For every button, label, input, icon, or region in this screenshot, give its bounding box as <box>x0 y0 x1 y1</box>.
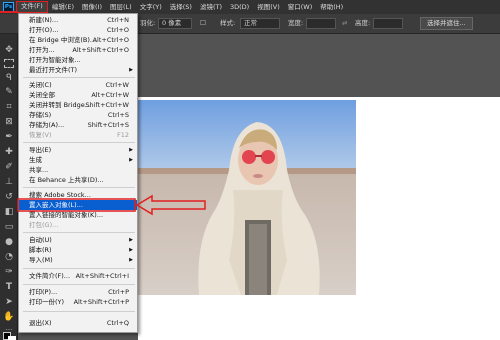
menu-separator <box>23 187 135 188</box>
menu-item-open-smart-object[interactable]: 打开为智能对象... <box>19 55 137 65</box>
menu-item-scripts[interactable]: 脚本(R) ▶ <box>19 245 137 255</box>
eraser-tool-icon[interactable]: ◧ <box>3 206 15 218</box>
menu-item-recent-files[interactable]: 最近打开文件(T) ▶ <box>19 65 137 75</box>
pen-tool-icon[interactable]: ✑ <box>3 266 15 278</box>
menu-item-new[interactable]: 新建(N)... Ctrl+N <box>19 15 137 25</box>
feather-input[interactable]: 0 像素 <box>158 18 192 29</box>
menu-separator <box>23 142 135 143</box>
menu-item-share-behance[interactable]: 在 Behance 上共享(D)... <box>19 175 137 185</box>
menu-select[interactable]: 选择(S) <box>166 1 196 13</box>
move-tool-icon[interactable]: ✥ <box>3 44 15 56</box>
menu-item-share[interactable]: 共享... <box>19 165 137 175</box>
menu-separator <box>23 284 135 285</box>
menu-item-package: 打包(G)... <box>29 221 59 229</box>
menu-item-export[interactable]: 导出(E) ▶ <box>19 145 137 155</box>
menu-item-place-linked[interactable]: 置入链接的智能对象(K)... <box>19 210 137 220</box>
lasso-tool-icon[interactable]: ᑫ <box>3 72 15 84</box>
submenu-arrow-icon: ▶ <box>129 257 133 263</box>
menu-item-save[interactable]: 存储(S) Ctrl+S <box>19 110 137 120</box>
style-label: 样式: <box>220 19 236 27</box>
menu-item-close-to-bridge[interactable]: 关闭并转到 Bridge... Shift+Ctrl+W <box>19 100 137 110</box>
blur-tool-icon[interactable]: ● <box>3 236 15 248</box>
height-label: 高度: <box>355 19 371 27</box>
marquee-tool-icon[interactable] <box>4 59 14 68</box>
placed-photo[interactable] <box>137 100 356 295</box>
menu-filter[interactable]: 滤镜(T) <box>196 1 226 13</box>
menu-item-print[interactable]: 打印(P)... Ctrl+P <box>19 287 137 297</box>
menu-layer[interactable]: 图层(L) <box>106 1 136 13</box>
brush-tool-icon[interactable]: ✐ <box>3 161 15 173</box>
menu-item-exit[interactable]: 退出(X) Ctrl+Q <box>19 318 137 328</box>
menu-item-open-as[interactable]: 打开为... Alt+Shift+Ctrl+O <box>19 45 137 55</box>
menu-item-place-embedded[interactable]: 置入嵌入对象(L)... <box>19 200 137 210</box>
menu-item-revert: 恢复(V) F12 <box>29 131 129 139</box>
menu-item-generate[interactable]: 生成 ▶ <box>19 155 137 165</box>
menu-item-close[interactable]: 关闭(C) Ctrl+W <box>19 80 137 90</box>
swap-icon[interactable]: ⇄ <box>342 18 347 29</box>
menu-item-close-all[interactable]: 关闭全部 Alt+Ctrl+W <box>19 90 137 100</box>
frame-tool-icon[interactable]: ⊠ <box>3 116 15 128</box>
menu-separator <box>23 77 135 78</box>
menu-item-browse-bridge[interactable]: 在 Bridge 中浏览(B)... Alt+Ctrl+O <box>19 35 137 45</box>
menu-file[interactable]: 文件(F) <box>16 1 48 13</box>
menu-help[interactable]: 帮助(H) <box>316 1 347 13</box>
file-menu-dropdown: 新建(N)... Ctrl+N 打开(O)... Ctrl+O 在 Bridge 中… <box>18 13 138 333</box>
menu-item-file-info[interactable]: 文件简介(F)... Alt+Shift+Ctrl+I <box>19 271 137 281</box>
select-and-mask-button[interactable]: 选择并遮住... <box>420 17 473 30</box>
submenu-arrow-icon: ▶ <box>129 157 133 163</box>
menu-view[interactable]: 视图(V) <box>253 1 284 13</box>
submenu-arrow-icon: ▶ <box>129 247 133 253</box>
menu-type[interactable]: 文字(Y) <box>136 1 166 13</box>
anti-alias-checkbox[interactable]: ☐ <box>200 18 206 29</box>
file-menu-underline-annotation <box>0 11 18 13</box>
tools-panel: ✥ ᑫ ✎ ⌗ ⊠ ✒ ✚ ✐ ⊥ ↺ ◧ ▭ ● ◔ ✑ T ➤ ✋ ··· <box>0 34 18 340</box>
menu-item-automate[interactable]: 自动(U) ▶ <box>19 235 137 245</box>
menu-item-print-one-copy[interactable]: 打印一份(Y) Alt+Shift+Ctrl+P <box>19 297 137 307</box>
eyedropper-tool-icon[interactable]: ✒ <box>3 131 15 143</box>
menu-separator <box>23 232 135 233</box>
type-tool-icon[interactable]: T <box>3 281 15 293</box>
menu-3d[interactable]: 3D(D) <box>226 1 253 13</box>
submenu-arrow-icon: ▶ <box>129 237 133 243</box>
menu-image[interactable]: 图像(I) <box>78 1 106 13</box>
dodge-tool-icon[interactable]: ◔ <box>3 251 15 263</box>
background-color-swatch[interactable] <box>8 336 16 340</box>
menu-item-import[interactable]: 导入(M) ▶ <box>19 255 137 265</box>
width-input[interactable] <box>306 18 336 29</box>
menu-window[interactable]: 窗口(W) <box>284 1 317 13</box>
quick-select-tool-icon[interactable]: ✎ <box>3 86 15 98</box>
gradient-tool-icon[interactable]: ▭ <box>3 221 15 233</box>
clone-stamp-tool-icon[interactable]: ⊥ <box>3 176 15 188</box>
history-brush-tool-icon[interactable]: ↺ <box>3 191 15 203</box>
path-selection-tool-icon[interactable]: ➤ <box>3 296 15 308</box>
hand-tool-icon[interactable]: ✋ <box>3 311 15 323</box>
menu-item-search-adobe-stock[interactable]: 搜索 Adobe Stock... <box>19 190 137 200</box>
width-label: 宽度: <box>288 19 304 27</box>
style-select[interactable]: 正常 <box>240 18 280 29</box>
menu-edit[interactable]: 编辑(E) <box>48 1 78 13</box>
menu-item-save-as[interactable]: 存储为(A)... Shift+Ctrl+S <box>19 120 137 130</box>
crop-tool-icon[interactable]: ⌗ <box>3 101 15 113</box>
submenu-arrow-icon: ▶ <box>129 147 133 153</box>
healing-brush-tool-icon[interactable]: ✚ <box>3 146 15 158</box>
feather-label: 羽化: <box>140 19 156 27</box>
menu-separator <box>23 311 135 312</box>
menu-separator <box>23 268 135 269</box>
height-input[interactable] <box>373 18 403 29</box>
menu-bar: Ps 文件(F) 编辑(E) 图像(I) 图层(L) 文字(Y) 选择(S) 滤… <box>0 0 500 14</box>
menu-item-open[interactable]: 打开(O)... Ctrl+O <box>19 25 137 35</box>
submenu-arrow-icon: ▶ <box>129 67 133 73</box>
